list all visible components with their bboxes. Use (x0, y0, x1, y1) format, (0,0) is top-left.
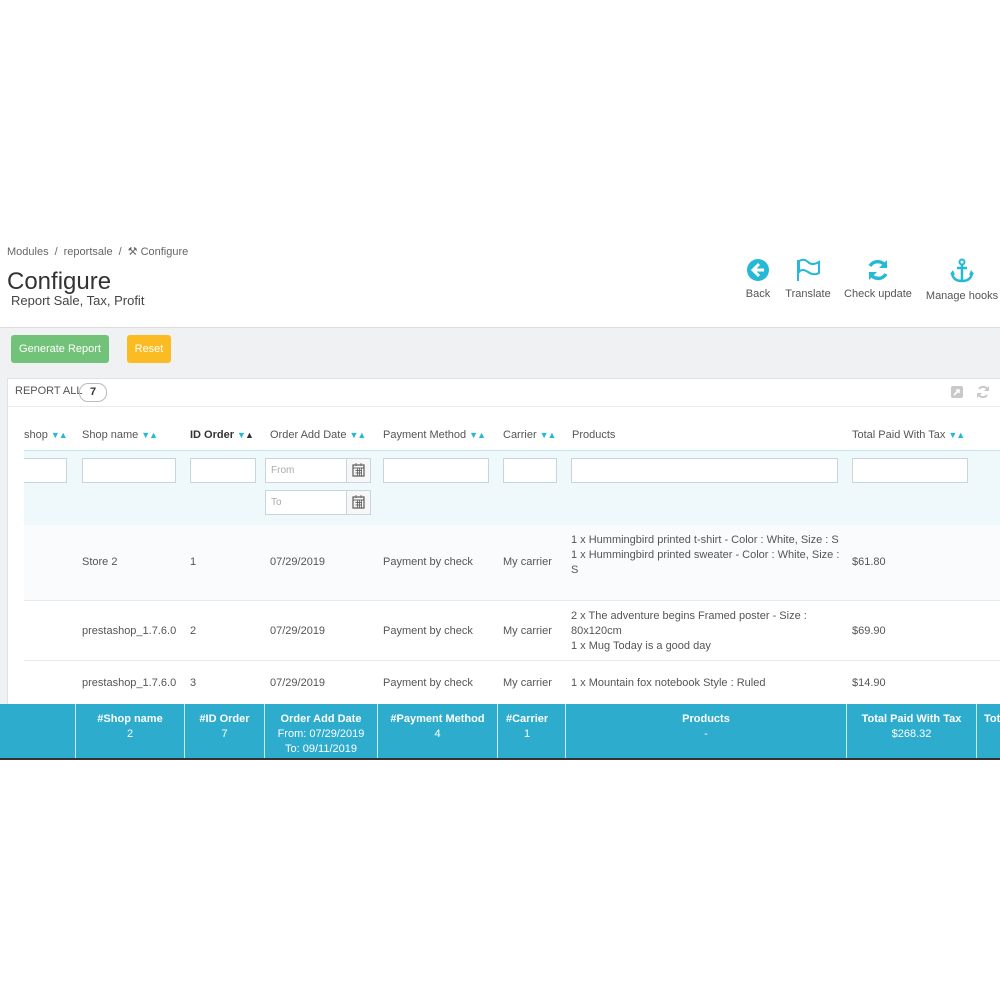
column-header-carrier[interactable]: Carrier ▼▲ (503, 429, 557, 441)
breadcrumb-current: Configure (140, 246, 189, 258)
back-label: Back (745, 288, 771, 300)
summary-next-column: Tot (984, 713, 1000, 725)
cell-order-date: 07/29/2019 (270, 625, 326, 637)
column-header-total[interactable]: Total Paid With Tax ▼▲ (852, 429, 965, 441)
cell-shop-name: prestashop_1.7.6.0 (82, 677, 177, 689)
cell-products: 1 x Mountain fox notebook Style : Ruled (571, 677, 766, 689)
cell-order-date: 07/29/2019 (270, 677, 326, 689)
manage-hooks-label: Manage hooks (925, 290, 999, 302)
filter-shop-input[interactable] (24, 458, 67, 483)
check-update-label: Check update (844, 288, 912, 300)
filter-date-from-input[interactable]: From (265, 458, 347, 483)
breadcrumb: Modules / reportsale / ⚒ Configure (7, 246, 189, 258)
refresh-icon (868, 259, 888, 281)
summary-shop-name: #Shop name 2 (97, 713, 163, 740)
cell-carrier: My carrier (503, 556, 552, 568)
sort-icon[interactable]: ▼▲ (51, 430, 68, 440)
reset-button[interactable]: Reset (127, 335, 171, 363)
cell-total: $14.90 (852, 677, 886, 689)
manage-hooks-button[interactable]: Manage hooks (924, 258, 1000, 302)
arrow-left-circle-icon (747, 259, 769, 281)
product-line: 1 x Hummingbird printed t-shirt - Color … (571, 534, 839, 546)
product-line: 1 x Hummingbird printed sweater - Color … (571, 549, 840, 576)
filter-payment-input[interactable] (383, 458, 489, 483)
cell-id-order: 2 (190, 625, 197, 637)
breadcrumb-modules[interactable]: Modules (7, 246, 49, 258)
filter-date-to-input[interactable]: To (265, 490, 347, 515)
row-divider (24, 660, 1000, 661)
row-divider (24, 600, 1000, 601)
sort-icon[interactable]: ▼▲ (469, 430, 486, 440)
cell-id-order: 3 (190, 677, 197, 689)
panel-title: REPORT ALL (15, 385, 83, 397)
sort-icon[interactable]: ▼▲ (237, 430, 254, 440)
cell-products: 2 x The adventure begins Framed poster -… (571, 609, 821, 654)
filter-total-input[interactable] (852, 458, 968, 483)
wrench-icon: ⚒ (127, 246, 138, 258)
sort-icon[interactable]: ▼▲ (948, 430, 965, 440)
cell-shop-name: prestashop_1.7.6.0 (82, 625, 177, 637)
filter-products-input[interactable] (571, 458, 838, 483)
panel-header (7, 378, 1000, 407)
column-header-shop-name[interactable]: Shop name ▼▲ (82, 429, 158, 441)
panel-count-badge: 7 (79, 383, 107, 402)
summary-divider (976, 704, 977, 758)
cell-order-date: 07/29/2019 (270, 556, 326, 568)
cell-total: $61.80 (852, 556, 886, 568)
cell-products: 1 x Hummingbird printed t-shirt - Color … (571, 533, 841, 578)
column-header-products: Products (572, 429, 616, 441)
sort-icon[interactable]: ▼▲ (141, 430, 158, 440)
anchor-icon (950, 258, 974, 283)
column-header-shop[interactable]: shop ▼▲ (24, 429, 68, 441)
calendar-icon (352, 463, 365, 477)
page-title: Configure (7, 268, 112, 295)
summary-order-date: Order Add Date From: 07/29/2019 To: 09/11/… (277, 713, 365, 755)
sort-icon[interactable]: ▼▲ (540, 430, 557, 440)
column-header-id-order[interactable]: ID Order ▼▲ (190, 429, 254, 441)
cell-payment: Payment by check (383, 625, 473, 637)
summary-carrier: #Carrier 1 (506, 713, 549, 740)
flag-icon (797, 258, 820, 281)
cell-total: $69.90 (852, 625, 886, 637)
page-subtitle: Report Sale, Tax, Profit (11, 293, 145, 308)
cell-shop-name: Store 2 (82, 556, 118, 568)
sort-icon[interactable]: ▼▲ (349, 430, 366, 440)
column-header-payment[interactable]: Payment Method ▼▲ (383, 429, 486, 441)
filter-shop-name-input[interactable] (82, 458, 176, 483)
cell-carrier: My carrier (503, 677, 552, 689)
refresh-list-icon[interactable] (976, 385, 990, 399)
generate-report-button[interactable]: Generate Report (11, 335, 109, 363)
translate-label: Translate (785, 288, 831, 300)
filter-carrier-input[interactable] (503, 458, 557, 483)
breadcrumb-reportsale[interactable]: reportsale (64, 246, 113, 258)
summary-id-order: #ID Order 7 (199, 713, 250, 740)
filter-id-order-input[interactable] (190, 458, 256, 483)
summary-products: Products - (682, 713, 730, 740)
summary-payment: #Payment Method 4 (390, 713, 485, 740)
product-line: 2 x The adventure begins Framed poster -… (571, 610, 807, 637)
cell-carrier: My carrier (503, 625, 552, 637)
cell-id-order: 1 (190, 556, 197, 568)
product-line: 1 x Mug Today is a good day (571, 640, 711, 652)
calendar-to-button[interactable] (346, 490, 371, 515)
column-header-order-date[interactable]: Order Add Date ▼▲ (270, 429, 366, 441)
summary-total: Total Paid With Tax $268.32 (861, 713, 962, 740)
check-update-button[interactable]: Check update (842, 258, 914, 300)
calendar-from-button[interactable] (346, 458, 371, 483)
calendar-icon (352, 495, 365, 509)
translate-button[interactable]: Translate (782, 258, 834, 300)
export-icon[interactable] (950, 385, 964, 399)
back-button[interactable]: Back (742, 258, 774, 300)
cell-payment: Payment by check (383, 677, 473, 689)
cell-payment: Payment by check (383, 556, 473, 568)
